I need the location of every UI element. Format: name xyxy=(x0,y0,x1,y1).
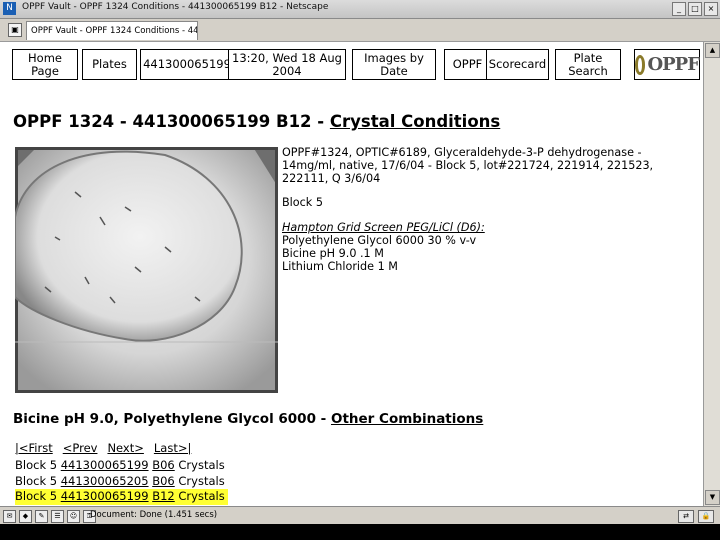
status-text: Document: Done (1.451 secs) xyxy=(90,510,218,520)
row-block: Block 5 xyxy=(15,458,58,472)
plate-search-button[interactable]: Plate Search xyxy=(555,49,621,80)
minimize-button[interactable]: _ xyxy=(672,2,686,16)
composer-icon[interactable]: ✎ xyxy=(35,510,48,523)
window-title: OPPF Vault - OPPF 1324 Conditions - 4413… xyxy=(22,2,329,12)
status-icons: ✉ ◆ ✎ ☰ ☺ ⚿ xyxy=(3,510,96,523)
page-viewport: Home Page Plates 441300065199 13:20, Wed… xyxy=(0,42,704,506)
logo-ring-icon xyxy=(635,54,646,75)
close-button[interactable]: × xyxy=(704,2,718,16)
tab-bar-corner xyxy=(704,19,720,41)
status-right-icons: ⇄ 🔒 xyxy=(678,510,714,523)
images-by-date-button[interactable]: Images by Date xyxy=(352,49,436,80)
vertical-scrollbar[interactable]: ▲ ▼ xyxy=(703,42,720,506)
window-controls: _ □ × xyxy=(672,2,718,16)
list-item: Block 5 441300065199 B06 Crystals xyxy=(15,458,228,474)
row-status: Crystals xyxy=(178,473,225,488)
last-page-link[interactable]: Last>| xyxy=(154,441,191,455)
mail-icon[interactable]: ✉ xyxy=(3,510,16,523)
row-block: Block 5 xyxy=(15,473,58,488)
scorecard-button[interactable]: Scorecard xyxy=(486,49,549,80)
row-status: Crystals xyxy=(178,458,225,472)
chat-icon[interactable]: ☺ xyxy=(67,510,80,523)
netscape-icon: N xyxy=(3,2,16,15)
browser-window: N OPPF Vault - OPPF 1324 Conditions - 44… xyxy=(0,0,720,524)
conditions-info: OPPF#1324, OPTIC#6189, Glyceraldehyde-3-… xyxy=(282,146,682,273)
plates-button[interactable]: Plates xyxy=(82,49,137,80)
protein-description: OPPF#1324, OPTIC#6189, Glyceraldehyde-3-… xyxy=(282,146,654,185)
scroll-down-icon[interactable]: ▼ xyxy=(705,490,720,505)
first-page-link[interactable]: |<First xyxy=(15,441,53,455)
row-status: Crystals xyxy=(178,489,225,503)
results-list: Block 5 441300065199 B06 Crystals Block … xyxy=(15,458,228,505)
row-plate-link[interactable]: 441300065205 xyxy=(61,474,149,488)
combinations-heading: Bicine pH 9.0, Polyethylene Glycol 6000 … xyxy=(13,411,483,427)
logo-text: OPPF xyxy=(647,54,700,75)
block-label: Block 5 xyxy=(282,196,323,210)
status-bar: ✉ ◆ ✎ ☰ ☺ ⚿ Document: Done (1.451 secs) … xyxy=(0,506,720,524)
crystal-conditions-link[interactable]: Crystal Conditions xyxy=(330,112,500,131)
row-plate-link[interactable]: 441300065199 xyxy=(61,458,149,472)
lock-icon[interactable]: 🔒 xyxy=(698,510,714,523)
row-plate-link[interactable]: 441300065199 xyxy=(61,489,149,503)
page-title: OPPF 1324 - 441300065199 B12 - Crystal C… xyxy=(13,112,500,131)
scroll-up-icon[interactable]: ▲ xyxy=(705,43,720,58)
new-tab-icon[interactable]: ▣ xyxy=(8,23,22,37)
oppf-logo[interactable]: OPPF xyxy=(634,49,700,80)
other-combinations-link[interactable]: Other Combinations xyxy=(331,411,483,427)
crystal-drop-image[interactable] xyxy=(15,147,278,393)
tab-active[interactable]: OPPF Vault - OPPF 1324 Conditions - 4413… xyxy=(26,21,198,40)
row-well-link[interactable]: B06 xyxy=(152,474,175,488)
title-bar: N OPPF Vault - OPPF 1324 Conditions - 44… xyxy=(0,0,720,19)
row-well-link[interactable]: B12 xyxy=(152,489,175,503)
addressbook-icon[interactable]: ☰ xyxy=(51,510,64,523)
next-page-link[interactable]: Next> xyxy=(107,441,143,455)
row-well-link[interactable]: B06 xyxy=(152,458,175,472)
offline-icon[interactable]: ⇄ xyxy=(678,510,694,523)
plate-barcode-button[interactable]: 441300065199 xyxy=(140,49,234,80)
tab-bar: ▣ OPPF Vault - OPPF 1324 Conditions - 44… xyxy=(0,19,720,42)
condition-licl: Lithium Chloride 1 M xyxy=(282,259,398,273)
datetime-button[interactable]: 13:20, Wed 18 Aug 2004 xyxy=(228,49,346,80)
condition-bicine: Bicine pH 9.0 .1 M xyxy=(282,246,384,260)
list-item: Block 5 441300065205 B06 Crystals xyxy=(15,474,228,490)
combinations-prefix: Bicine pH 9.0, Polyethylene Glycol 6000 … xyxy=(13,411,331,427)
home-page-button[interactable]: Home Page xyxy=(12,49,78,80)
maximize-button[interactable]: □ xyxy=(688,2,702,16)
list-item-highlighted: Block 5 441300065199 B12 Crystals xyxy=(15,489,228,505)
pager: |<First <Prev Next> Last>| xyxy=(15,441,191,455)
nav-icon[interactable]: ◆ xyxy=(19,510,32,523)
row-block: Block 5 xyxy=(15,489,58,503)
oppf-button[interactable]: OPPF xyxy=(444,49,491,80)
condition-peg: Polyethylene Glycol 6000 30 % v-v xyxy=(282,233,477,247)
prev-page-link[interactable]: <Prev xyxy=(63,441,98,455)
page-title-prefix: OPPF 1324 - 441300065199 B12 - xyxy=(13,112,330,131)
